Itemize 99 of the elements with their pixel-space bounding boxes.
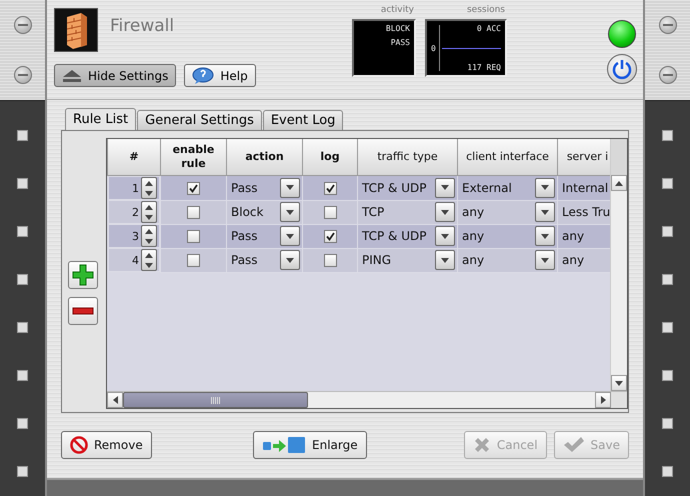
dropdown-button[interactable] <box>280 202 300 222</box>
dropdown-value: PING <box>361 253 392 267</box>
help-icon <box>192 66 214 84</box>
column-header[interactable]: action <box>226 139 302 176</box>
spinner[interactable] <box>141 201 157 223</box>
checkbox[interactable] <box>324 230 336 244</box>
table-cell-text: Internal <box>561 180 608 195</box>
brick-wall-icon <box>54 8 98 52</box>
display-label: activity <box>380 5 414 17</box>
checkbox[interactable] <box>324 182 336 195</box>
checkbox[interactable] <box>324 254 336 268</box>
screw-icon <box>658 16 676 34</box>
mount-hole-icon <box>17 466 28 478</box>
dropdown-value: Pass <box>230 180 258 195</box>
mount-hole-icon <box>662 418 673 430</box>
mount-hole-icon <box>662 466 673 478</box>
dropdown-button[interactable] <box>435 202 455 222</box>
spinner[interactable] <box>141 249 157 271</box>
remove-row-button[interactable] <box>68 296 98 324</box>
column-header[interactable]: log <box>302 139 358 176</box>
tab[interactable]: Rule List <box>65 108 136 130</box>
vertical-scrollbar[interactable] <box>610 139 627 391</box>
row-number: 4 <box>132 254 139 266</box>
dropdown-button[interactable] <box>435 178 455 198</box>
mount-hole-icon <box>662 370 673 382</box>
footer-button[interactable]: Enlarge <box>253 431 367 459</box>
graph-label: 0 ACC <box>476 24 501 33</box>
mount-hole-icon <box>662 178 673 189</box>
mount-hole-icon <box>17 322 28 334</box>
checkbox[interactable] <box>187 230 200 244</box>
display-label: sessions <box>466 5 505 17</box>
checkbox[interactable] <box>187 254 200 268</box>
screw-icon <box>658 66 676 84</box>
row-number: 3 <box>132 230 139 242</box>
column-header[interactable]: # <box>108 139 160 176</box>
mount-hole-icon <box>17 370 28 382</box>
x-icon <box>472 436 491 454</box>
app-title: Firewall <box>110 16 174 36</box>
dropdown-value: any <box>461 229 484 243</box>
row-number: 2 <box>132 206 139 218</box>
horizontal-scrollbar[interactable] <box>107 392 611 408</box>
dropdown-value: any <box>461 205 484 219</box>
dropdown-button[interactable] <box>535 202 555 222</box>
dropdown-button[interactable] <box>535 226 555 246</box>
mount-hole-icon <box>662 226 673 237</box>
dropdown-button[interactable] <box>280 250 300 270</box>
axis-label: 0 <box>431 44 436 52</box>
dropdown-value: TCP <box>361 205 384 219</box>
column-header[interactable]: server i <box>558 139 610 176</box>
mount-hole-icon <box>17 418 28 430</box>
table-cell-text: any <box>561 229 584 243</box>
header-button[interactable]: Help <box>184 64 256 87</box>
dropdown-value: Pass <box>230 253 258 267</box>
dropdown-button[interactable] <box>535 178 555 198</box>
mount-hole-icon <box>17 226 28 237</box>
add-button[interactable] <box>68 260 98 288</box>
screw-icon <box>14 66 32 84</box>
spinner[interactable] <box>141 225 157 247</box>
tab[interactable]: General Settings <box>137 110 262 130</box>
activity-display: BLOCK PASS <box>352 19 416 77</box>
header-button[interactable]: Hide Settings <box>54 64 176 87</box>
dropdown-button[interactable] <box>280 178 300 198</box>
tab[interactable]: Event Log <box>262 110 344 130</box>
mount-hole-icon <box>662 274 673 285</box>
dropdown-value: TCP & UDP <box>361 180 426 195</box>
table-cell-text: Less Tru <box>561 205 610 219</box>
checkbox[interactable] <box>324 206 336 220</box>
footer-button[interactable]: Remove <box>61 431 152 459</box>
minus-icon <box>72 306 94 314</box>
dropdown-button[interactable] <box>535 250 555 270</box>
dropdown-button[interactable] <box>435 226 455 246</box>
mount-hole-icon <box>17 130 28 141</box>
dropdown-value: External <box>461 180 512 195</box>
checkbox[interactable] <box>187 206 200 220</box>
dropdown-value: Block <box>230 205 264 219</box>
dropdown-value: TCP & UDP <box>361 229 426 243</box>
screw-icon <box>14 16 32 34</box>
column-header[interactable]: enable rule <box>160 139 226 176</box>
mount-hole-icon <box>17 178 28 189</box>
no-entry-icon <box>70 436 88 454</box>
dropdown-value: Pass <box>230 229 258 243</box>
enlarge-icon <box>262 436 306 454</box>
row-number: 1 <box>132 182 139 194</box>
check-icon <box>562 436 585 454</box>
dropdown-value: any <box>461 253 484 267</box>
dropdown-button[interactable] <box>435 250 455 270</box>
table-cell-text: any <box>561 253 584 267</box>
checkbox[interactable] <box>187 182 200 195</box>
dropdown-button[interactable] <box>280 226 300 246</box>
spinner[interactable] <box>141 177 157 199</box>
eject-icon <box>62 68 82 82</box>
mount-hole-icon <box>662 322 673 334</box>
mount-hole-icon <box>17 274 28 285</box>
graph-label: 117 REQ <box>467 63 501 72</box>
column-header[interactable]: traffic type <box>358 139 458 176</box>
column-header[interactable]: client interface <box>458 139 558 176</box>
plus-icon <box>72 264 94 286</box>
power-button[interactable] <box>607 54 637 84</box>
mount-hole-icon <box>662 130 673 141</box>
